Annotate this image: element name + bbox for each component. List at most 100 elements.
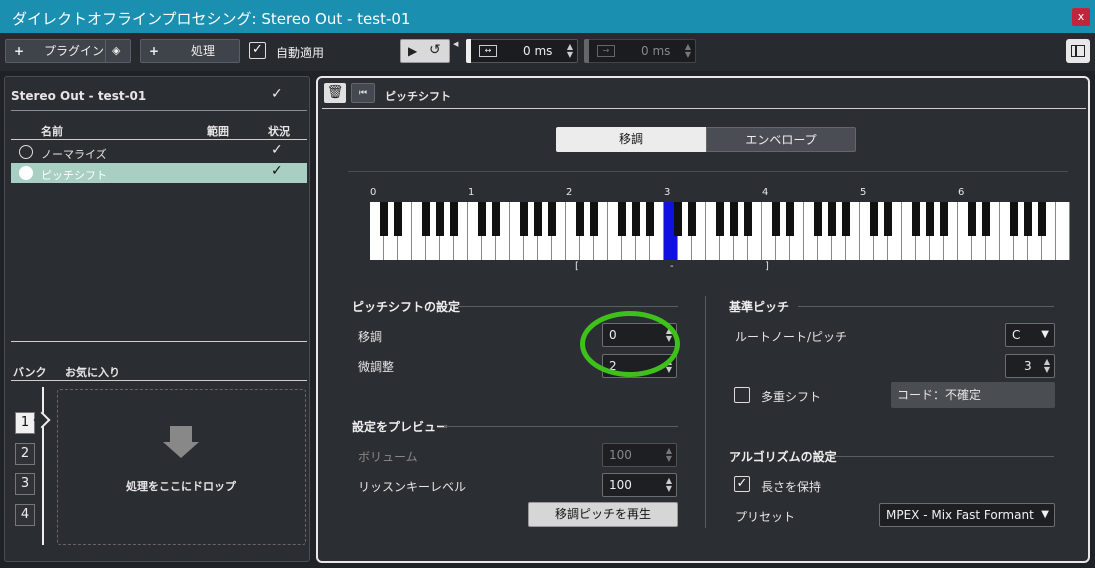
black-key[interactable]: [477, 202, 487, 236]
black-key[interactable]: [785, 202, 795, 236]
track-check-icon[interactable]: ✓: [271, 86, 283, 102]
root-note-value: C: [1012, 328, 1021, 342]
listen-level-label: リッスンキーレベル: [358, 480, 467, 494]
play-loop-group: ▶ ↺: [400, 39, 450, 63]
divider: [444, 426, 678, 427]
list-item-selected[interactable]: ピッチシフト ✓: [11, 163, 307, 183]
black-key[interactable]: [435, 202, 445, 236]
black-key[interactable]: [519, 202, 529, 236]
panel-icon-divider: [1075, 45, 1077, 57]
track-title: Stereo Out - test-01: [11, 89, 147, 103]
multi-shift-checkbox[interactable]: [734, 387, 750, 403]
preset-select[interactable]: MPEX - Mix Fast Formant ▼: [879, 503, 1055, 527]
black-key[interactable]: [1037, 202, 1047, 236]
list-item-label: ピッチシフト: [41, 169, 107, 182]
listen-level-field[interactable]: 100 ▲ ▼: [602, 473, 677, 497]
black-key[interactable]: [715, 202, 725, 236]
black-key[interactable]: [729, 202, 739, 236]
panel-toggle-button[interactable]: [1066, 39, 1090, 63]
tab-envelope[interactable]: エンベロープ: [706, 127, 856, 152]
black-key[interactable]: [379, 202, 389, 236]
black-key[interactable]: [911, 202, 921, 236]
range-center-marker: -: [670, 261, 674, 272]
bank-button-2[interactable]: 2: [15, 443, 35, 465]
stepper-icon[interactable]: ▲ ▼: [666, 477, 672, 493]
pre-roll-field[interactable]: ↔ 0 ms ▲ ▼: [466, 39, 578, 63]
black-key[interactable]: [575, 202, 585, 236]
black-key[interactable]: [589, 202, 599, 236]
root-octave-field[interactable]: 3 ▲ ▼: [1005, 354, 1055, 378]
triangle-icon: ◀: [453, 40, 459, 48]
black-key[interactable]: [631, 202, 641, 236]
list-item-label: ノーマライズ: [41, 148, 107, 161]
dropdown-icon: ▼: [1041, 509, 1049, 520]
black-key[interactable]: [1009, 202, 1019, 236]
black-key[interactable]: [547, 202, 557, 236]
auto-apply-checkbox[interactable]: ✓: [249, 42, 266, 59]
transpose-label: 移調: [358, 330, 383, 344]
black-key[interactable]: [939, 202, 949, 236]
play-icon[interactable]: ▶: [408, 40, 417, 62]
black-key[interactable]: [883, 202, 893, 236]
panel-icon: [1071, 45, 1085, 57]
black-key[interactable]: [869, 202, 879, 236]
play-transpose-button[interactable]: 移調ピッチを再生: [528, 502, 678, 527]
volume-value: 100: [609, 448, 632, 462]
piano-keyboard[interactable]: [370, 202, 1070, 260]
black-key[interactable]: [687, 202, 697, 236]
root-note-label: ルートノート/ピッチ: [735, 330, 848, 344]
octave-label: 2: [566, 187, 573, 198]
black-key[interactable]: [841, 202, 851, 236]
stepper-icon[interactable]: ▲ ▼: [685, 43, 691, 59]
base-pitch-section-title: 基準ピッチ: [729, 300, 790, 314]
loop-icon[interactable]: ↺: [429, 39, 441, 61]
black-key[interactable]: [1023, 202, 1033, 236]
black-key[interactable]: [981, 202, 991, 236]
black-key[interactable]: [827, 202, 837, 236]
stepper-icon[interactable]: ▲ ▼: [1044, 358, 1050, 374]
stepper-icon[interactable]: ▲ ▼: [666, 447, 672, 463]
black-key[interactable]: [617, 202, 627, 236]
divider: [705, 296, 706, 528]
tab-transpose[interactable]: 移調: [556, 127, 706, 152]
auto-apply-label: 自動適用: [276, 46, 325, 60]
bank-button-3[interactable]: 3: [15, 473, 35, 495]
bank-indicator-line: [42, 387, 44, 545]
check-icon[interactable]: ✓: [271, 142, 283, 158]
plugin-button[interactable]: + プラグイン ◈: [5, 39, 131, 63]
black-key[interactable]: [533, 202, 543, 236]
volume-field[interactable]: 100 ▲ ▼: [602, 443, 677, 467]
black-key[interactable]: [491, 202, 501, 236]
stepper-icon[interactable]: ▲ ▼: [567, 43, 573, 59]
process-list-panel: Stereo Out - test-01 ✓ 名前 範囲 状況 ノーマライズ ✓…: [4, 76, 310, 562]
black-key[interactable]: [771, 202, 781, 236]
divider: [11, 341, 307, 342]
list-item[interactable]: ノーマライズ ✓: [11, 142, 307, 162]
white-key[interactable]: [1056, 202, 1070, 260]
skip-back-icon[interactable]: ⏮: [351, 83, 375, 103]
process-button[interactable]: + 処理: [140, 39, 240, 63]
octave-label: 5: [860, 187, 867, 198]
divider: [348, 171, 1068, 172]
root-note-select[interactable]: C ▼: [1005, 323, 1055, 347]
post-roll-field[interactable]: → 0 ms ▲ ▼: [584, 39, 696, 63]
black-key[interactable]: [449, 202, 459, 236]
black-key[interactable]: [813, 202, 823, 236]
drop-zone[interactable]: 処理をここにドロップ: [57, 389, 306, 545]
bank-button-1[interactable]: 1: [15, 412, 35, 434]
black-key[interactable]: [967, 202, 977, 236]
bank-button-4[interactable]: 4: [15, 504, 35, 526]
keep-length-checkbox[interactable]: ✓: [734, 476, 750, 492]
trash-icon[interactable]: 🗑: [324, 83, 346, 103]
range-start-marker: [: [575, 261, 579, 272]
black-key[interactable]: [393, 202, 403, 236]
eraser-icon[interactable]: ◈: [112, 40, 120, 62]
close-button[interactable]: x: [1072, 8, 1090, 26]
black-key[interactable]: [925, 202, 935, 236]
black-key[interactable]: [645, 202, 655, 236]
black-key[interactable]: [743, 202, 753, 236]
check-icon[interactable]: ✓: [271, 163, 283, 179]
black-key[interactable]: [673, 202, 683, 236]
drop-label: 処理をここにドロップ: [126, 480, 236, 493]
black-key[interactable]: [421, 202, 431, 236]
